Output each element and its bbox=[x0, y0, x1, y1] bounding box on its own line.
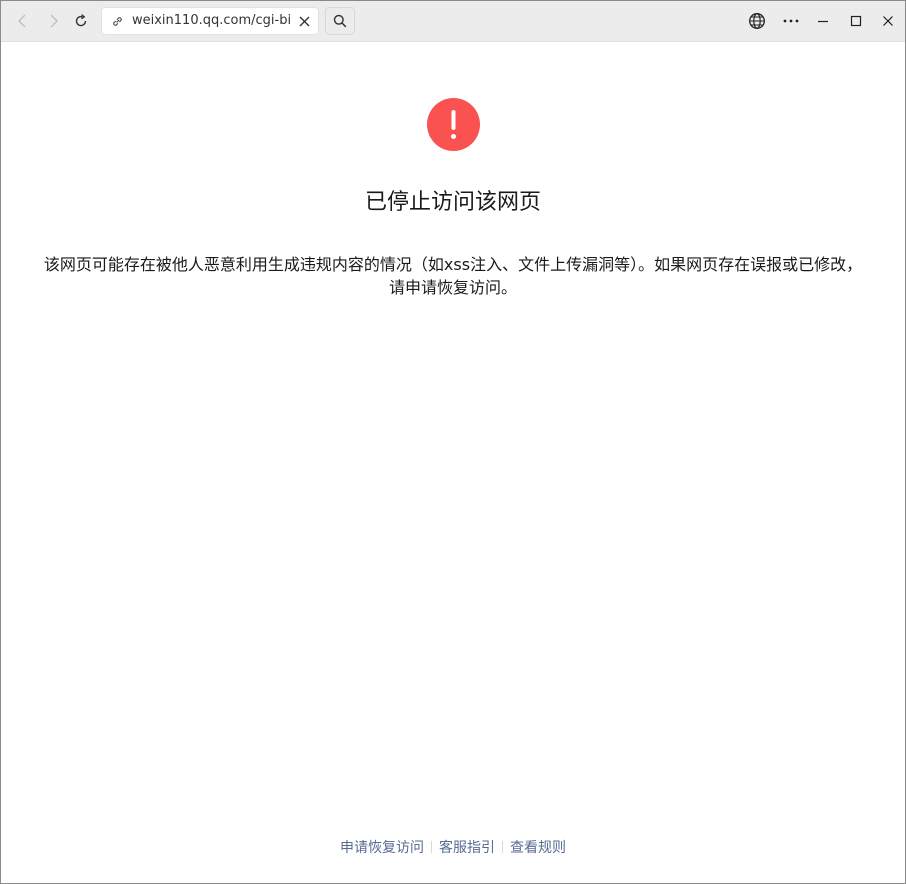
minimize-button[interactable] bbox=[811, 9, 835, 33]
more-button[interactable] bbox=[779, 9, 803, 33]
globe-button[interactable] bbox=[745, 9, 769, 33]
forward-button[interactable] bbox=[41, 9, 65, 33]
address-bar[interactable]: weixin110.qq.com/cgi-bin/r bbox=[101, 7, 319, 35]
maximize-icon bbox=[850, 15, 862, 27]
footer-divider bbox=[431, 841, 432, 853]
back-button[interactable] bbox=[11, 9, 35, 33]
back-arrow-icon bbox=[17, 14, 26, 28]
view-rules-link[interactable]: 查看规则 bbox=[510, 840, 566, 856]
search-icon bbox=[333, 14, 347, 28]
address-url[interactable]: weixin110.qq.com/cgi-bin/r bbox=[132, 8, 292, 34]
close-icon bbox=[883, 16, 893, 26]
link-icon bbox=[113, 17, 122, 26]
minimize-icon bbox=[818, 20, 828, 23]
clear-url-icon[interactable] bbox=[299, 16, 310, 27]
maximize-button[interactable] bbox=[844, 9, 868, 33]
page-description: 该网页可能存在被他人恶意利用生成违规内容的情况（如xss注入、文件上传漏洞等）。… bbox=[43, 255, 863, 297]
forward-arrow-icon bbox=[50, 14, 59, 28]
page-title: 已停止访问该网页 bbox=[364, 190, 541, 215]
search-button[interactable] bbox=[325, 7, 355, 35]
customer-service-link[interactable]: 客服指引 bbox=[439, 840, 495, 856]
reload-button[interactable] bbox=[69, 9, 93, 33]
warning-icon bbox=[427, 98, 480, 151]
footer-divider bbox=[502, 841, 503, 853]
browser-titlebar: weixin110.qq.com/cgi-bin/r bbox=[1, 1, 905, 42]
apply-restore-link[interactable]: 申请恢复访问 bbox=[340, 840, 424, 856]
exclamation-icon bbox=[451, 110, 456, 139]
footer-links: 申请恢复访问 客服指引 查看规则 bbox=[1, 838, 905, 858]
close-window-button[interactable] bbox=[876, 9, 900, 33]
page-content: 已停止访问该网页 该网页可能存在被他人恶意利用生成违规内容的情况（如xss注入、… bbox=[1, 42, 905, 883]
more-icon bbox=[783, 19, 799, 23]
reload-icon bbox=[75, 14, 87, 27]
browser-window: weixin110.qq.com/cgi-bin/r 已停止访问该网页 该网页可… bbox=[0, 0, 906, 884]
globe-icon bbox=[749, 13, 765, 29]
